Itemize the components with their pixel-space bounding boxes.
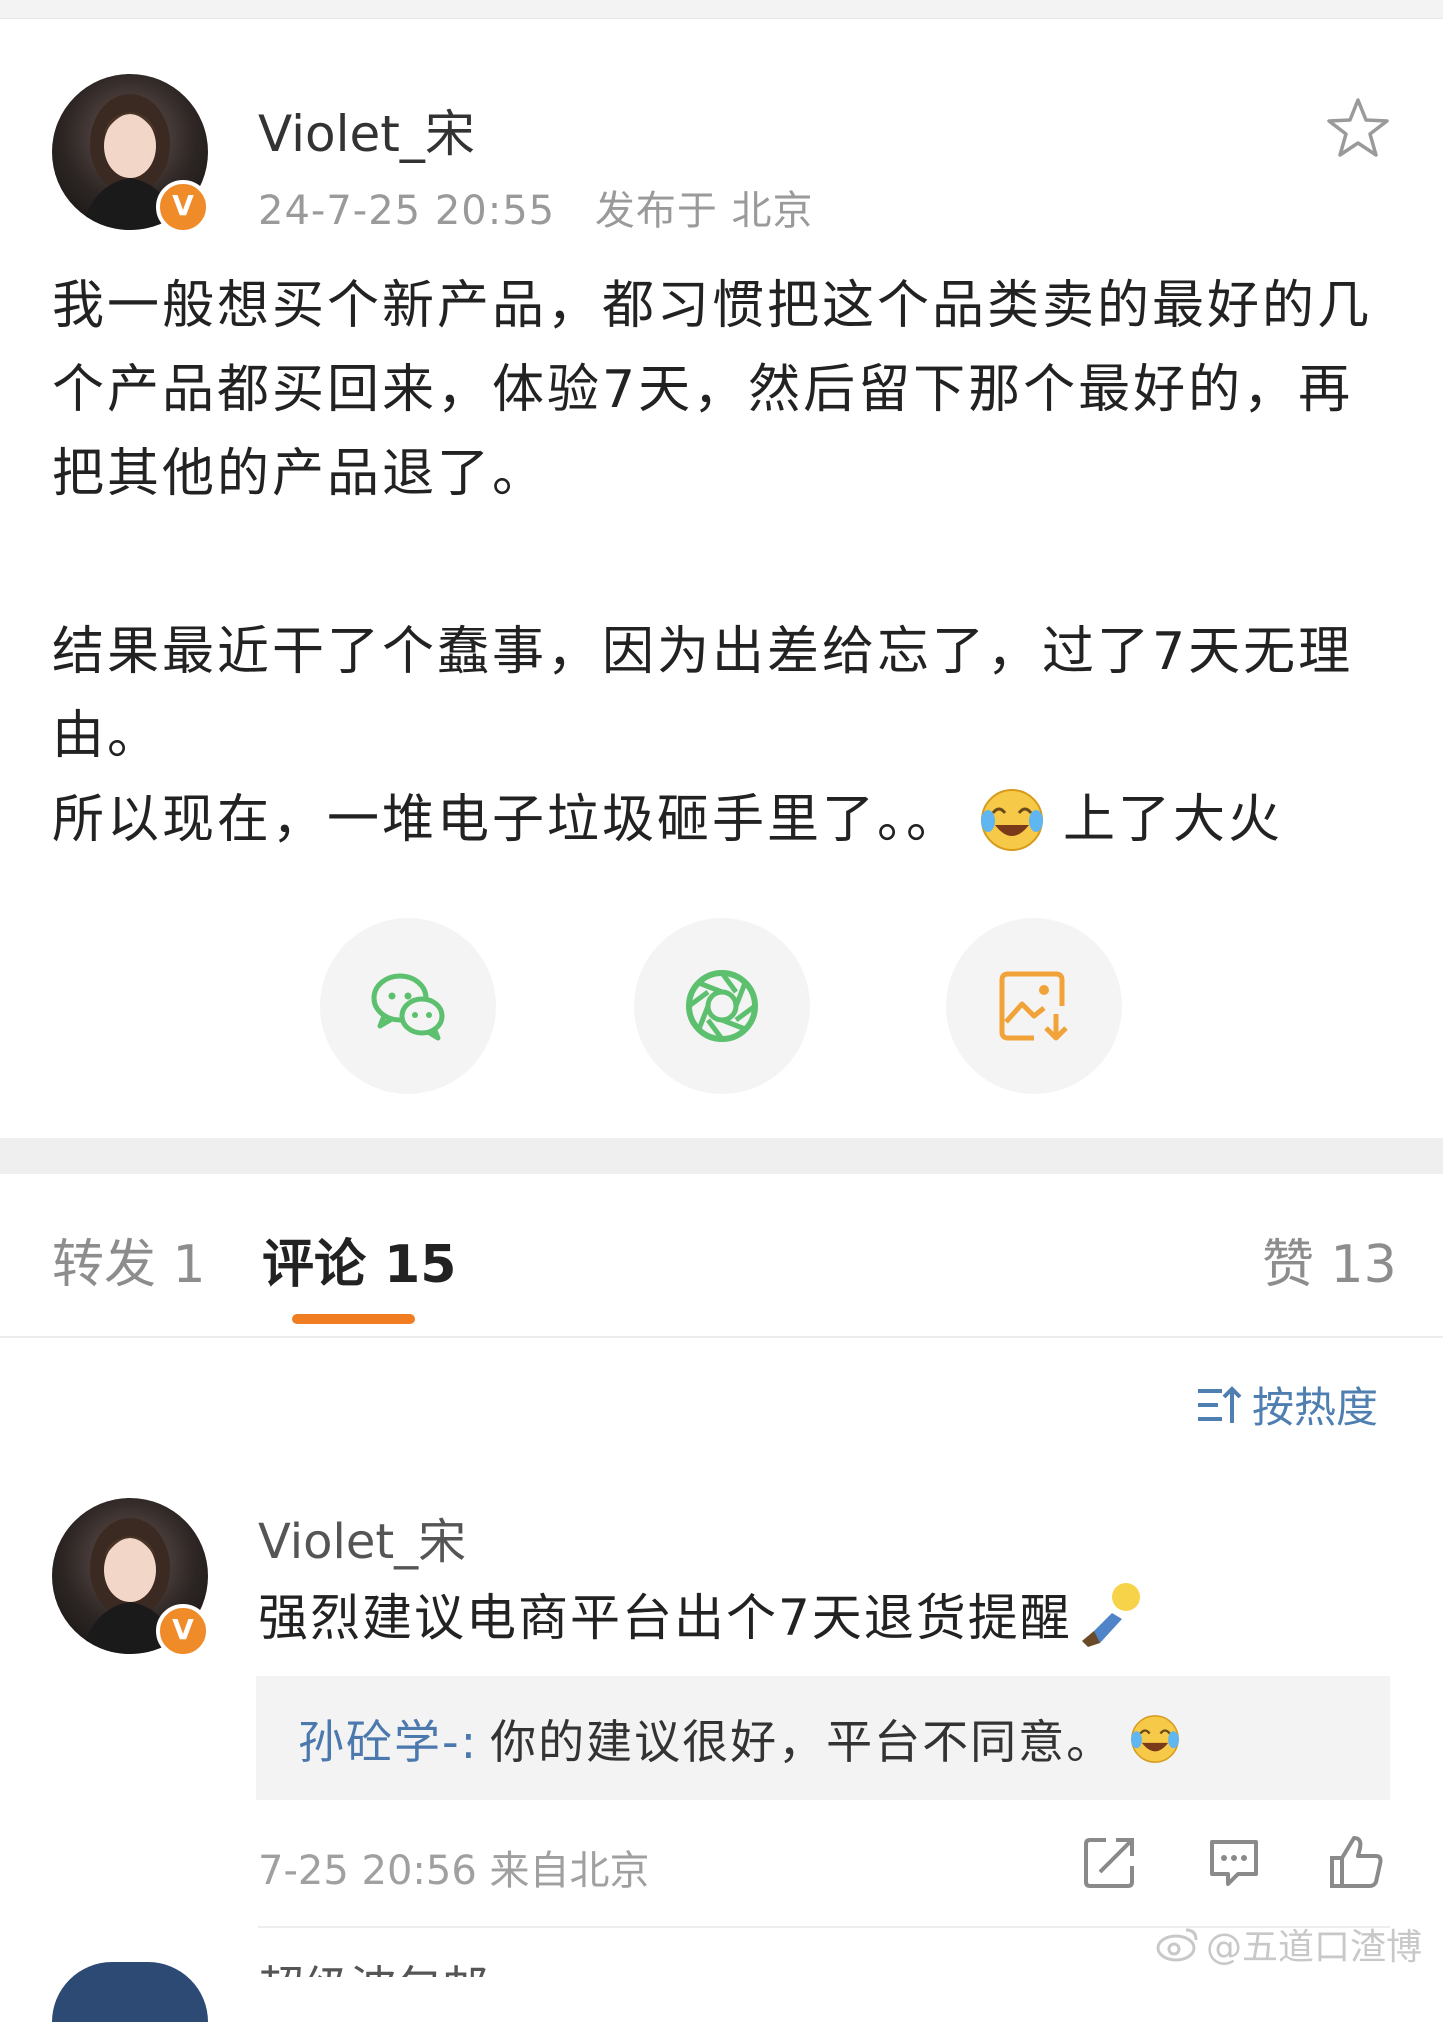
post-body-2: 结果最近干了个蠢事，因为出差给忘了，过了7天无理由。 所以现在，一堆电子垃圾砸手… xyxy=(52,610,1402,862)
post-location: 发布于 北京 xyxy=(594,188,814,234)
save-image-icon xyxy=(999,971,1068,1041)
comment-text-content: 强烈建议电商平台出个7天退货提醒 xyxy=(258,1589,1072,1647)
weibo-logo-icon xyxy=(1156,1928,1198,1962)
repost-icon[interactable] xyxy=(1082,1834,1138,1890)
tab-repost[interactable]: 转发 1 xyxy=(52,1222,206,1297)
top-edge xyxy=(0,0,1443,19)
share-wechat-button[interactable] xyxy=(320,918,496,1094)
tab-likes[interactable]: 赞 13 xyxy=(1262,1222,1397,1297)
reply-text: 你的建议很好，平台不同意。 xyxy=(490,1715,1115,1769)
reply-line: 孙砼学-: 你的建议很好，平台不同意。 xyxy=(298,1706,1182,1772)
comment-author-name[interactable]: Violet_宋 xyxy=(258,1502,466,1572)
comment-verified-badge: V xyxy=(156,1604,210,1658)
reply-box[interactable]: 孙砼学-: 你的建议很好，平台不同意。 xyxy=(256,1676,1390,1800)
sort-icon xyxy=(1198,1385,1242,1423)
post-paragraph-3: 所以现在，一堆电子垃圾砸手里了。。 上了大火 xyxy=(52,778,1402,862)
post-meta: 24-7-25 20:55 发布于 北京 xyxy=(258,178,814,236)
laugh-cry-emoji-icon xyxy=(1131,1715,1180,1763)
sort-label: 按热度 xyxy=(1252,1383,1379,1432)
post-paragraph-3-prefix: 所以现在，一堆电子垃圾砸手里了。。 xyxy=(52,790,962,850)
favorite-star-icon[interactable] xyxy=(1326,96,1390,160)
comment-time: 7-25 20:56 来自北京 xyxy=(258,1848,650,1894)
post-paragraph-3-suffix: 上了大火 xyxy=(1063,790,1284,850)
next-comment-avatar[interactable] xyxy=(52,1962,208,2022)
post-time: 24-7-25 20:55 xyxy=(258,188,556,234)
watermark-text: @五道口渣博 xyxy=(1206,1927,1423,1968)
comment-icon[interactable] xyxy=(1206,1834,1262,1890)
next-comment-author[interactable]: 超级波包邮 xyxy=(258,1952,518,1977)
post-paragraph-2: 结果最近干了个蠢事，因为出差给忘了，过了7天无理由。 xyxy=(52,622,1354,766)
doge-emoji-icon xyxy=(1081,1583,1140,1647)
post-author-name[interactable]: Violet_宋 xyxy=(258,94,475,166)
watermark: @五道口渣博 xyxy=(1156,1918,1422,1970)
post-paragraph-1: 我一般想买个新产品，都习惯把这个品类卖的最好的几个产品都买回来，体验7天，然后留… xyxy=(52,276,1373,504)
laugh-cry-emoji-icon xyxy=(981,789,1044,851)
comment-text: 强烈建议电商平台出个7天退货提醒 xyxy=(258,1578,1148,1650)
moments-icon xyxy=(686,970,758,1042)
tabs-border xyxy=(0,1336,1443,1338)
save-image-button[interactable] xyxy=(946,918,1122,1094)
post-body: 我一般想买个新产品，都习惯把这个品类卖的最好的几个产品都买回来，体验7天，然后留… xyxy=(52,264,1402,516)
sort-by-hot-button[interactable]: 按热度 xyxy=(1196,1374,1378,1435)
reply-author[interactable]: 孙砼学-: xyxy=(298,1706,478,1772)
verified-badge: V xyxy=(156,180,210,234)
wechat-icon xyxy=(371,973,445,1041)
active-tab-indicator xyxy=(292,1314,415,1324)
tab-comments[interactable]: 评论 15 xyxy=(262,1222,456,1297)
section-divider xyxy=(0,1138,1443,1174)
share-moments-button[interactable] xyxy=(634,918,810,1094)
like-icon[interactable] xyxy=(1328,1834,1384,1890)
